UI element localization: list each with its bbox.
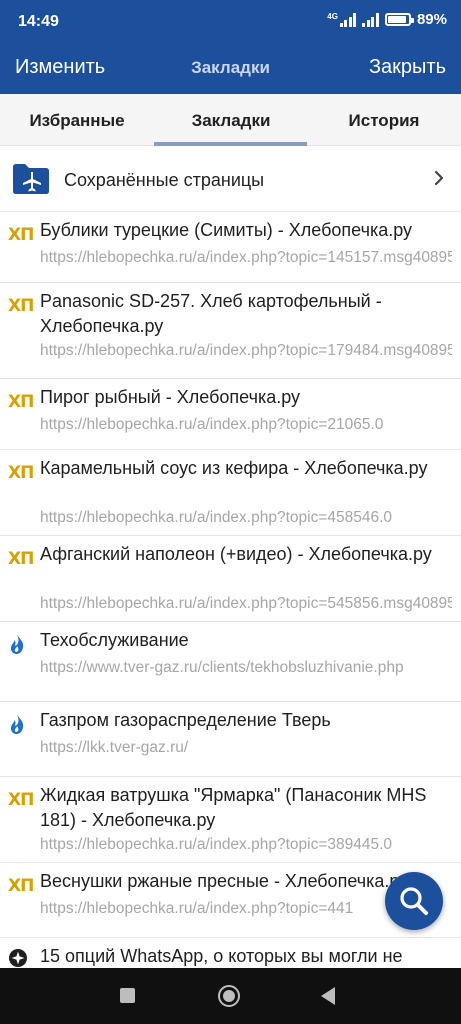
signal-icon-2 [362, 12, 379, 27]
bookmark-row[interactable]: Техобслуживание https://www.tver-gaz.ru/c… [0, 622, 461, 702]
close-button[interactable]: Закрыть [369, 56, 446, 79]
khlebopechka-icon: ХП [8, 876, 34, 896]
system-nav-bar [0, 968, 461, 1024]
bookmark-url: https://hlebopechka.ru/a/index.php?topic… [40, 342, 452, 359]
recents-icon[interactable] [120, 988, 135, 1003]
search-icon [400, 887, 428, 915]
bookmark-title: Афганский наполеон (+видео) - Хлебопечка… [40, 544, 432, 564]
bookmark-row[interactable]: Газпром газораспределение Тверь https://l… [0, 702, 461, 777]
bookmark-title: Газпром газораспределение Тверь [40, 710, 331, 730]
saved-pages-folder[interactable]: Сохранённые страницы [0, 146, 461, 212]
bookmark-title: Жидкая ватрушка "Ярмарка" (Панасоник MHS… [40, 785, 427, 830]
bookmark-url: https://hlebopechka.ru/a/index.php?topic… [40, 249, 452, 266]
gas-flame-icon [8, 713, 32, 737]
bookmark-title: 15 опций WhatsApp, о которых вы могли не [40, 946, 403, 966]
bookmark-url: https://www.tver-gaz.ru/clients/tekhobsl… [40, 659, 404, 676]
khlebopechka-icon: ХП [8, 296, 34, 316]
tab-history[interactable]: История [307, 111, 461, 131]
bookmark-title: Пирог рыбный - Хлебопечка.ру [40, 387, 301, 407]
bookmark-row[interactable]: ХП Пирог рыбный - Хлебопечка.ру https://hl… [0, 379, 461, 450]
airplane-folder-icon [13, 164, 49, 194]
saved-pages-label: Сохранённые страницы [64, 170, 265, 190]
khlebopechka-icon: ХП [8, 549, 34, 569]
bookmark-row[interactable]: ХП Бублики турецкие (Симиты) - Хлебопечка… [0, 212, 461, 283]
bookmark-url: https://hlebopechka.ru/a/index.php?topic… [40, 509, 393, 526]
status-bar: 14:49 4G 89% [0, 0, 461, 42]
khlebopechka-icon: ХП [8, 392, 34, 412]
battery-fill [387, 16, 406, 23]
bookmark-row[interactable]: ХП Жидкая ватрушка "Ярмарка" (Панасоник M… [0, 777, 461, 863]
bookmark-title: Карамельный соус из кефира - Хлебопечка.… [40, 458, 428, 478]
tab-bar: Избранные Закладки История [0, 94, 461, 146]
gas-flame-icon [8, 633, 32, 657]
home-icon[interactable] [218, 985, 240, 1007]
bookmark-title: Panasonic SD-257. Хлеб картофельный - Хл… [40, 291, 382, 336]
app-bar: Изменить Закладки Закрыть [0, 42, 461, 94]
back-icon[interactable] [321, 987, 335, 1005]
bookmark-title: Техобслуживание [40, 630, 189, 650]
khlebopechka-icon: ХП [8, 463, 34, 483]
khlebopechka-icon: ХП [8, 790, 34, 810]
status-icons: 4G 89% [327, 11, 447, 28]
tab-favorites[interactable]: Избранные [0, 111, 154, 131]
khlebopechka-icon: ХП [8, 225, 34, 245]
search-button[interactable] [385, 872, 443, 930]
chevron-right-icon [434, 170, 444, 186]
bookmark-url: https://lkk.tver-gaz.ru/ [40, 739, 189, 756]
bookmark-title: Бублики турецкие (Симиты) - Хлебопечка.р… [40, 220, 413, 240]
tab-bookmarks[interactable]: Закладки [154, 111, 308, 131]
bookmark-url: https://hlebopechka.ru/a/index.php?topic… [40, 595, 452, 612]
bookmark-row[interactable]: ХП Карамельный соус из кефира - Хлебопечк… [0, 450, 461, 536]
battery-icon [384, 13, 414, 26]
status-time: 14:49 [18, 13, 59, 30]
network-type: 4G [327, 11, 338, 21]
bookmark-url: https://hlebopechka.ru/a/index.php?topic… [40, 836, 393, 853]
bookmark-row[interactable]: ХП Panasonic SD-257. Хлеб картофельный - … [0, 283, 461, 379]
battery-percent: 89% [416, 11, 447, 28]
bookmark-url: https://hlebopechka.ru/a/index.php?topic… [40, 416, 384, 433]
signal-icon [339, 12, 357, 27]
bookmark-row[interactable]: ХП Афганский наполеон (+видео) - Хлебопеч… [0, 536, 461, 622]
